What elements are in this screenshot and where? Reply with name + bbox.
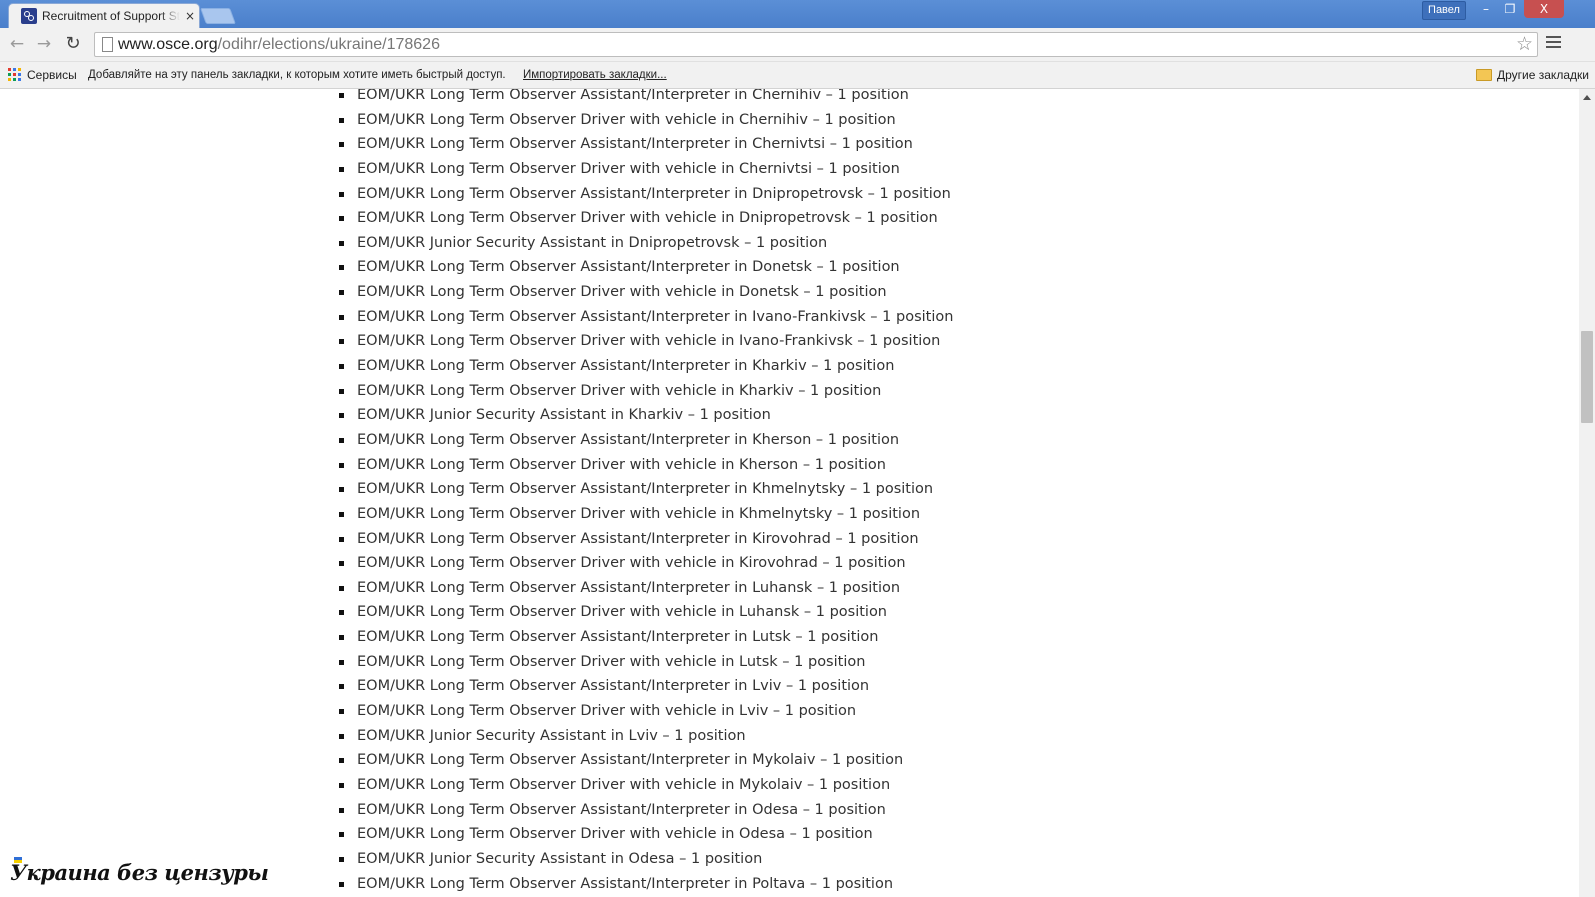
list-item[interactable]: EOM/UKR Junior Security Assistant in Ode…	[339, 847, 953, 872]
list-item[interactable]: EOM/UKR Long Term Observer Assistant/Int…	[339, 182, 953, 207]
page-icon	[102, 37, 113, 52]
list-item[interactable]: EOM/UKR Junior Security Assistant in Kha…	[339, 403, 953, 428]
ukraine-flag-icon	[14, 857, 22, 863]
title-bar: Recruitment of Support St × Павел – ❐ X	[0, 0, 1595, 28]
list-item[interactable]: EOM/UKR Long Term Observer Driver with v…	[339, 329, 953, 354]
watermark-text: Украина без цензуры	[10, 860, 269, 885]
reload-icon[interactable]: ↻	[63, 34, 83, 54]
active-tab[interactable]: Recruitment of Support St ×	[8, 3, 200, 28]
list-item[interactable]: EOM/UKR Long Term Observer Driver with v…	[339, 822, 953, 847]
list-item[interactable]: EOM/UKR Long Term Observer Assistant/Int…	[339, 89, 953, 108]
list-item[interactable]: EOM/UKR Long Term Observer Assistant/Int…	[339, 798, 953, 823]
list-item[interactable]: EOM/UKR Long Term Observer Driver with v…	[339, 650, 953, 675]
address-bar[interactable]: www.osce.org/odihr/elections/ukraine/178…	[94, 32, 1538, 57]
list-item[interactable]: EOM/UKR Long Term Observer Driver with v…	[339, 379, 953, 404]
browser-window: Recruitment of Support St × Павел – ❐ X …	[0, 0, 1595, 897]
browser-toolbar: ← → ↻ www.osce.org/odihr/elections/ukrai…	[0, 28, 1595, 62]
url-text[interactable]: www.osce.org/odihr/elections/ukraine/178…	[118, 36, 440, 54]
maximize-button[interactable]: ❐	[1499, 0, 1521, 18]
folder-icon	[1476, 69, 1492, 81]
list-item[interactable]: EOM/UKR Long Term Observer Assistant/Int…	[339, 748, 953, 773]
list-item[interactable]: EOM/UKR Long Term Observer Assistant/Int…	[339, 872, 953, 897]
page-content: EOM/UKR Long Term Observer Assistant/Int…	[0, 89, 1579, 897]
list-item[interactable]: EOM/UKR Long Term Observer Driver with v…	[339, 551, 953, 576]
tab-title: Recruitment of Support St	[42, 9, 180, 23]
url-host: www.osce.org	[118, 36, 218, 53]
list-item[interactable]: EOM/UKR Long Term Observer Assistant/Int…	[339, 305, 953, 330]
list-item[interactable]: EOM/UKR Long Term Observer Assistant/Int…	[339, 255, 953, 280]
forward-arrow-icon[interactable]: →	[34, 34, 54, 54]
list-item[interactable]: EOM/UKR Long Term Observer Assistant/Int…	[339, 576, 953, 601]
scroll-thumb[interactable]	[1581, 331, 1593, 423]
list-item[interactable]: EOM/UKR Long Term Observer Driver with v…	[339, 108, 953, 133]
bookmarks-hint: Добавляйте на эту панель закладки, к кот…	[88, 69, 506, 81]
apps-bookmark[interactable]: Сервисы	[27, 68, 77, 82]
list-item[interactable]: EOM/UKR Long Term Observer Assistant/Int…	[339, 354, 953, 379]
profile-button[interactable]: Павел	[1422, 1, 1466, 20]
list-item[interactable]: EOM/UKR Long Term Observer Assistant/Int…	[339, 674, 953, 699]
list-item[interactable]: EOM/UKR Long Term Observer Driver with v…	[339, 773, 953, 798]
back-arrow-icon[interactable]: ←	[7, 34, 27, 54]
vertical-scrollbar[interactable]	[1579, 89, 1595, 897]
minimize-button[interactable]: –	[1475, 0, 1497, 18]
apps-grid-icon[interactable]	[8, 68, 21, 81]
list-item[interactable]: EOM/UKR Junior Security Assistant in Dni…	[339, 231, 953, 256]
list-item[interactable]: EOM/UKR Long Term Observer Driver with v…	[339, 699, 953, 724]
list-item[interactable]: EOM/UKR Long Term Observer Assistant/Int…	[339, 132, 953, 157]
list-item[interactable]: EOM/UKR Long Term Observer Driver with v…	[339, 206, 953, 231]
job-list: EOM/UKR Long Term Observer Assistant/Int…	[339, 89, 953, 896]
list-item[interactable]: EOM/UKR Long Term Observer Assistant/Int…	[339, 477, 953, 502]
star-icon[interactable]: ☆	[1516, 33, 1533, 56]
list-item[interactable]: EOM/UKR Long Term Observer Driver with v…	[339, 453, 953, 478]
list-item[interactable]: EOM/UKR Long Term Observer Driver with v…	[339, 157, 953, 182]
import-bookmarks-link[interactable]: Импортировать закладки...	[523, 69, 667, 81]
hamburger-menu-icon[interactable]	[1546, 36, 1561, 50]
new-tab-button[interactable]	[200, 8, 236, 24]
list-item[interactable]: EOM/UKR Long Term Observer Assistant/Int…	[339, 527, 953, 552]
url-path: /odihr/elections/ukraine/178626	[217, 36, 440, 53]
osce-favicon-icon	[21, 8, 37, 24]
list-item[interactable]: EOM/UKR Junior Security Assistant in Lvi…	[339, 724, 953, 749]
close-window-button[interactable]: X	[1524, 0, 1564, 18]
list-item[interactable]: EOM/UKR Long Term Observer Driver with v…	[339, 280, 953, 305]
list-item[interactable]: EOM/UKR Long Term Observer Driver with v…	[339, 600, 953, 625]
other-bookmarks-button[interactable]: Другие закладки	[1497, 68, 1589, 82]
list-item[interactable]: EOM/UKR Long Term Observer Assistant/Int…	[339, 625, 953, 650]
scroll-up-arrow-icon[interactable]	[1583, 95, 1591, 100]
tab-close-button[interactable]: ×	[185, 8, 195, 24]
watermark-logo: Украина без цензуры	[10, 855, 269, 891]
bookmarks-bar: Сервисы Добавляйте на эту панель закладк…	[0, 62, 1595, 89]
list-item[interactable]: EOM/UKR Long Term Observer Driver with v…	[339, 502, 953, 527]
list-item[interactable]: EOM/UKR Long Term Observer Assistant/Int…	[339, 428, 953, 453]
